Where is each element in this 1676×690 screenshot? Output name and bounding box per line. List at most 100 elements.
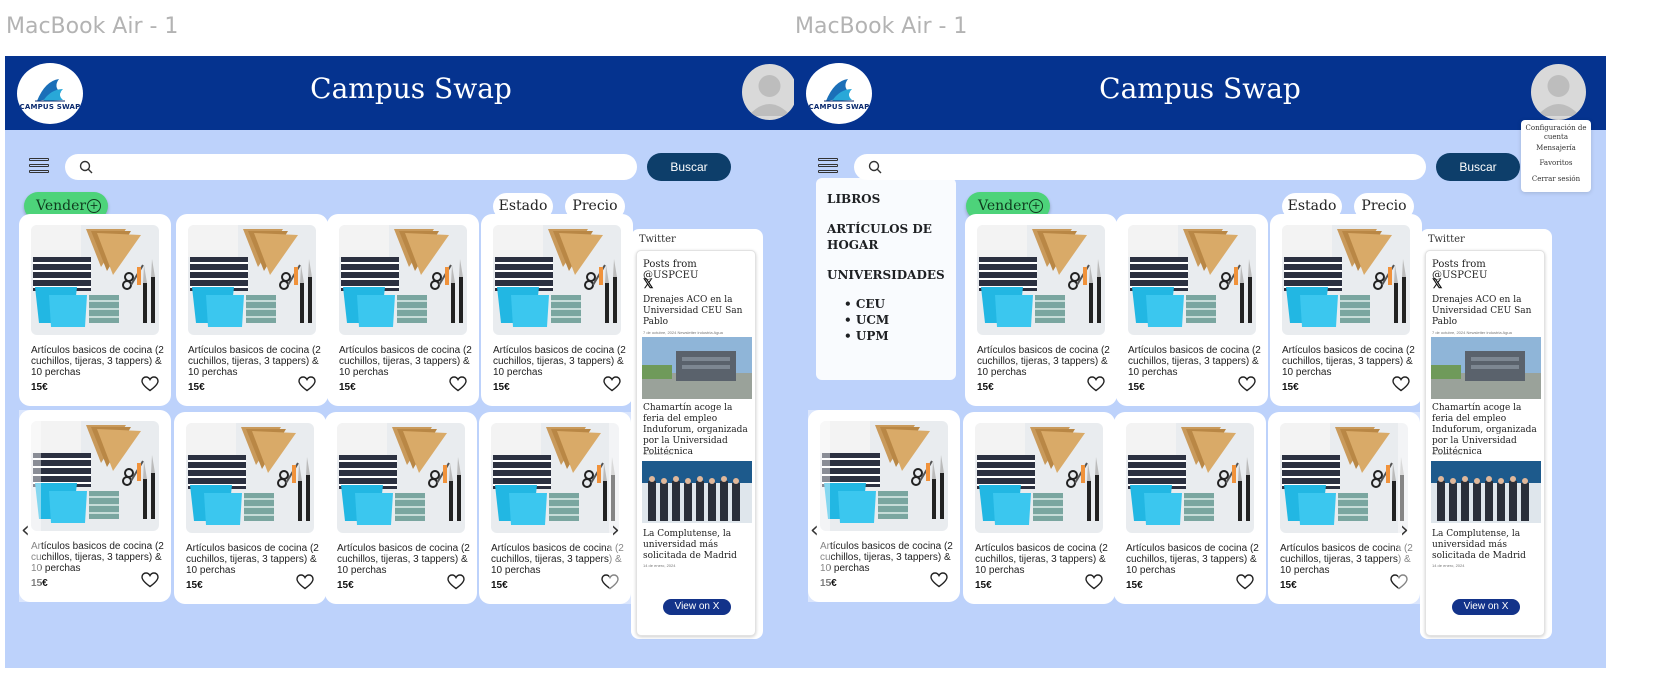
product-image[interactable] [1282, 225, 1410, 335]
chevron-left-icon[interactable]: ‹ [810, 518, 819, 543]
product-image[interactable] [186, 423, 314, 533]
favorite-button[interactable] [141, 376, 159, 397]
heart-icon[interactable] [298, 376, 316, 392]
favorite-button[interactable] [141, 572, 159, 593]
heart-icon[interactable] [141, 572, 159, 588]
heart-icon[interactable] [1085, 574, 1103, 590]
product-card[interactable]: Artículos basicos de cocina (2 cuchillos… [176, 214, 328, 406]
tweet-image[interactable] [642, 461, 752, 523]
x-logo-icon[interactable]: 𝕏 [1432, 276, 1442, 292]
university-upm[interactable]: • UPM [844, 329, 889, 343]
tweet-image[interactable] [642, 337, 752, 399]
category-home[interactable]: ARTÍCULOS DE HOGAR [827, 221, 947, 253]
favorite-button[interactable] [1238, 376, 1256, 397]
product-card[interactable]: Artículos basicos de cocina (2 cuchillos… [1270, 214, 1422, 406]
heart-icon[interactable] [603, 376, 621, 392]
chevron-right-icon[interactable]: › [611, 518, 620, 543]
favorite-button[interactable] [296, 574, 314, 595]
favorite-button[interactable] [449, 376, 467, 397]
product-card[interactable]: Artículos basicos de cocina (2 cuchillos… [481, 214, 633, 406]
heart-icon[interactable] [1392, 376, 1410, 392]
frame-label: MacBook Air - 1 [6, 14, 179, 39]
product-card[interactable]: Artículos basicos de cocina (2 cuchillos… [963, 412, 1115, 604]
heart-icon[interactable] [1087, 376, 1105, 392]
product-price: 15€ [31, 382, 48, 393]
product-card[interactable]: Artículos basicos de cocina (2 cuchillos… [808, 410, 960, 602]
x-logo-icon[interactable]: 𝕏 [643, 276, 653, 292]
sell-button-label: Vender [36, 198, 87, 214]
menu-icon[interactable] [29, 158, 49, 180]
university-ucm[interactable]: • UCM [844, 313, 889, 327]
product-image[interactable] [820, 421, 948, 531]
product-image[interactable] [977, 225, 1105, 335]
menu-item-messages[interactable]: Mensajería [1521, 144, 1591, 153]
favorite-button[interactable] [1085, 574, 1103, 595]
heart-icon[interactable] [141, 376, 159, 392]
product-title: Artículos basicos de cocina (2 cuchillos… [1128, 345, 1261, 378]
favorite-button[interactable] [1236, 574, 1254, 595]
search-button[interactable]: Buscar [1436, 153, 1520, 181]
search-input[interactable] [854, 154, 1426, 180]
product-card[interactable]: Artículos basicos de cocina (2 cuchillos… [965, 214, 1117, 406]
view-on-x-button[interactable]: View on X [1452, 599, 1520, 615]
product-image [186, 423, 314, 533]
product-image[interactable] [1128, 225, 1256, 335]
favorite-button[interactable] [930, 572, 948, 593]
tweet-image[interactable] [1431, 337, 1541, 399]
university-ceu[interactable]: • CEU [844, 297, 885, 311]
favorite-button[interactable] [447, 574, 465, 595]
tweet-image[interactable] [1431, 461, 1541, 523]
favorite-button[interactable] [1087, 376, 1105, 397]
tweet-text[interactable]: Chamartín acoge la feria del empleo Indu… [1432, 403, 1540, 458]
product-image [1128, 225, 1256, 335]
product-image[interactable] [31, 421, 159, 531]
menu-item-logout[interactable]: Cerrar sesión [1521, 175, 1591, 184]
heart-icon[interactable] [296, 574, 314, 590]
product-card[interactable]: Artículos basicos de cocina (2 cuchillos… [1116, 214, 1268, 406]
tweet-text[interactable]: Drenajes ACO en la Universidad CEU San P… [1432, 295, 1540, 328]
search-button[interactable]: Buscar [647, 153, 731, 181]
product-image[interactable] [491, 423, 619, 533]
product-price: 15€ [188, 382, 205, 393]
menu-icon[interactable] [818, 158, 838, 180]
product-card[interactable]: Artículos basicos de cocina (2 cuchillos… [327, 214, 479, 406]
avatar[interactable] [742, 64, 797, 120]
heart-icon[interactable] [1236, 574, 1254, 590]
heart-icon[interactable] [930, 572, 948, 588]
product-card[interactable]: Artículos basicos de cocina (2 cuchillos… [19, 410, 171, 602]
product-card[interactable]: Artículos basicos de cocina (2 cuchillos… [174, 412, 326, 604]
tweet-text[interactable]: Drenajes ACO en la Universidad CEU San P… [643, 295, 751, 328]
favorite-button[interactable] [603, 376, 621, 397]
product-image[interactable] [339, 225, 467, 335]
heart-icon[interactable] [1238, 376, 1256, 392]
category-books[interactable]: LIBROS [827, 191, 947, 207]
tweet-text[interactable]: La Complutense, la universidad más solic… [1432, 529, 1540, 562]
product-card[interactable]: Artículos basicos de cocina (2 cuchillos… [19, 214, 171, 406]
heart-icon[interactable] [447, 574, 465, 590]
category-universities[interactable]: UNIVERSIDADES [827, 267, 947, 283]
product-image[interactable] [188, 225, 316, 335]
product-image[interactable] [1126, 423, 1254, 533]
menu-item-favorites[interactable]: Favoritos [1521, 159, 1591, 168]
menu-item-account-settings[interactable]: Configuración de cuenta [1521, 124, 1591, 142]
product-image[interactable] [493, 225, 621, 335]
product-card[interactable]: Artículos basicos de cocina (2 cuchillos… [325, 412, 477, 604]
chevron-left-icon[interactable]: ‹ [21, 518, 30, 543]
product-card[interactable]: Artículos basicos de cocina (2 cuchillos… [1114, 412, 1266, 604]
product-image[interactable] [31, 225, 159, 335]
product-image[interactable] [337, 423, 465, 533]
tweet-text[interactable]: La Complutense, la universidad más solic… [643, 529, 751, 562]
chevron-right-icon[interactable]: › [1400, 518, 1409, 543]
favorite-button[interactable] [298, 376, 316, 397]
view-on-x-button[interactable]: View on X [663, 599, 731, 615]
product-image[interactable] [975, 423, 1103, 533]
twitter-label: Twitter [639, 234, 676, 245]
favorite-button[interactable] [1392, 376, 1410, 397]
product-image[interactable] [1280, 423, 1408, 533]
frame-expanded: CAMPUS SWAP Campus Swap Buscar LIBROS AR… [794, 56, 1606, 668]
tweet-text[interactable]: Chamartín acoge la feria del empleo Indu… [643, 403, 751, 458]
avatar[interactable] [1531, 64, 1586, 120]
search-input[interactable] [65, 154, 637, 180]
heart-icon[interactable] [449, 376, 467, 392]
plus-circle-icon: + [87, 199, 101, 213]
